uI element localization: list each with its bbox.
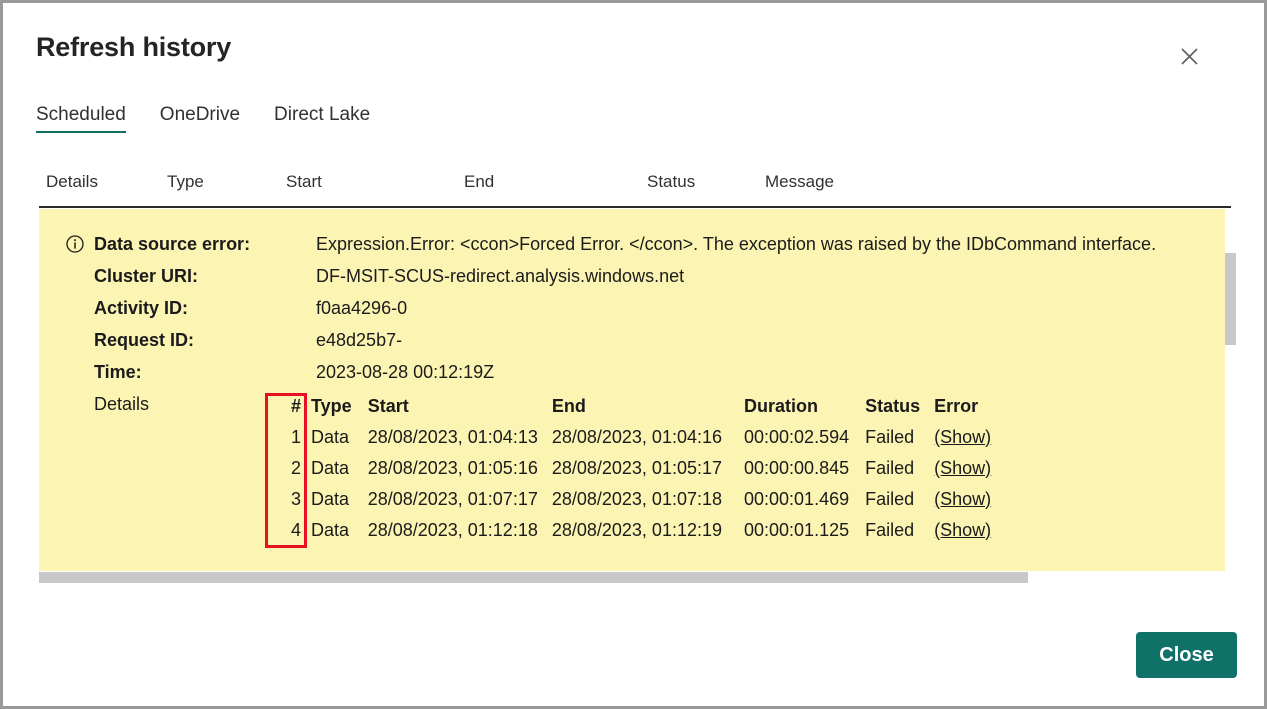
cell-status: Failed xyxy=(865,519,915,540)
refresh-history-dialog: Refresh history Scheduled OneDrive Direc… xyxy=(0,0,1267,709)
cell-type: Data xyxy=(311,457,350,478)
cell-start: 28/08/2023, 01:12:18 xyxy=(367,519,538,540)
page-title: Refresh history xyxy=(36,32,232,62)
show-error-link[interactable]: (Show) xyxy=(934,520,991,540)
cell-type: Data xyxy=(311,519,350,540)
cell-error: (Show) xyxy=(934,488,991,519)
info-circle-icon xyxy=(65,234,85,254)
column-header-details: Details xyxy=(46,172,98,191)
cell-type: Data xyxy=(311,488,350,509)
column-header-status: Status xyxy=(647,172,696,191)
th-status: Status xyxy=(865,395,921,416)
tab-onedrive-label: OneDrive xyxy=(159,104,241,125)
close-button[interactable]: Close xyxy=(1136,632,1237,678)
th-start: Start xyxy=(367,395,409,416)
cell-number: 4 xyxy=(290,519,301,540)
table-row: 1 Data 28/08/2023, 01:04:13 28/08/2023, … xyxy=(265,426,991,457)
error-details-label: Details xyxy=(94,394,150,414)
error-field-label: Time: xyxy=(94,362,142,382)
cell-end: 28/08/2023, 01:04:16 xyxy=(551,426,722,447)
th-number: # xyxy=(290,395,301,416)
cell-error: (Show) xyxy=(934,457,991,488)
tab-scheduled[interactable]: Scheduled xyxy=(36,104,144,133)
column-header-end: End xyxy=(464,172,495,191)
cell-type: Data xyxy=(311,426,350,447)
cell-number: 1 xyxy=(290,426,301,447)
table-row: 4 Data 28/08/2023, 01:12:18 28/08/2023, … xyxy=(265,519,991,550)
refresh-attempts-table: # Type Start End Duration Status Error 1… xyxy=(265,395,991,550)
error-field-value: e48d25b7- xyxy=(316,330,403,350)
th-duration: Duration xyxy=(744,395,818,416)
table-row: 2 Data 28/08/2023, 01:05:16 28/08/2023, … xyxy=(265,457,991,488)
history-column-headers: Details Type Start End Status Message xyxy=(39,172,1231,202)
th-type: Type xyxy=(311,395,352,416)
cell-end: 28/08/2023, 01:12:19 xyxy=(551,519,722,540)
tab-direct-lake[interactable]: Direct Lake xyxy=(274,104,388,133)
error-panel-viewport: Data source error: Expression.Error: <cc… xyxy=(39,209,1231,571)
cell-error: (Show) xyxy=(934,519,991,550)
tab-bar: Scheduled OneDrive Direct Lake xyxy=(36,104,404,133)
table-header-row: # Type Start End Duration Status Error xyxy=(265,395,991,426)
show-error-link[interactable]: (Show) xyxy=(934,427,991,447)
cell-duration: 00:00:01.125 xyxy=(744,519,850,540)
cell-start: 28/08/2023, 01:04:13 xyxy=(367,426,538,447)
cell-start: 28/08/2023, 01:07:17 xyxy=(367,488,538,509)
th-end: End xyxy=(551,395,586,416)
cell-end: 28/08/2023, 01:05:17 xyxy=(551,457,722,478)
error-field-value: f0aa4296-0 xyxy=(316,298,408,318)
table-row: 3 Data 28/08/2023, 01:07:17 28/08/2023, … xyxy=(265,488,991,519)
error-field-value: DF-MSIT-SCUS-redirect.analysis.windows.n… xyxy=(316,266,685,286)
header-divider xyxy=(39,206,1231,208)
column-header-message: Message xyxy=(765,172,834,191)
close-x-icon[interactable] xyxy=(1171,41,1207,71)
cell-end: 28/08/2023, 01:07:18 xyxy=(551,488,722,509)
error-field-value: Expression.Error: <ccon>Forced Error. </… xyxy=(316,234,1157,254)
cell-duration: 00:00:00.845 xyxy=(744,457,850,478)
show-error-link[interactable]: (Show) xyxy=(934,458,991,478)
column-header-start: Start xyxy=(286,172,322,191)
tab-onedrive[interactable]: OneDrive xyxy=(160,104,258,133)
tab-direct-lake-label: Direct Lake xyxy=(274,104,371,125)
cell-status: Failed xyxy=(865,426,915,447)
error-panel: Data source error: Expression.Error: <cc… xyxy=(39,209,1225,571)
cell-number: 2 xyxy=(290,457,301,478)
vertical-scrollbar-thumb[interactable] xyxy=(1225,253,1236,345)
show-error-link[interactable]: (Show) xyxy=(934,489,991,509)
error-field-label: Cluster URI: xyxy=(94,266,199,286)
cell-error: (Show) xyxy=(934,426,991,457)
column-header-type: Type xyxy=(167,172,204,191)
error-field-label: Data source error: xyxy=(94,234,251,254)
error-field-label: Request ID: xyxy=(94,330,195,350)
cell-status: Failed xyxy=(865,457,915,478)
cell-status: Failed xyxy=(865,488,915,509)
error-field-value: 2023-08-28 00:12:19Z xyxy=(316,362,495,382)
cell-number: 3 xyxy=(290,488,301,509)
cell-duration: 00:00:02.594 xyxy=(744,426,850,447)
cell-duration: 00:00:01.469 xyxy=(744,488,850,509)
th-error: Error xyxy=(934,395,979,416)
error-field-label: Activity ID: xyxy=(94,298,189,318)
horizontal-scrollbar-thumb[interactable] xyxy=(39,572,1028,583)
cell-start: 28/08/2023, 01:05:16 xyxy=(367,457,538,478)
tab-scheduled-label: Scheduled xyxy=(36,104,126,125)
